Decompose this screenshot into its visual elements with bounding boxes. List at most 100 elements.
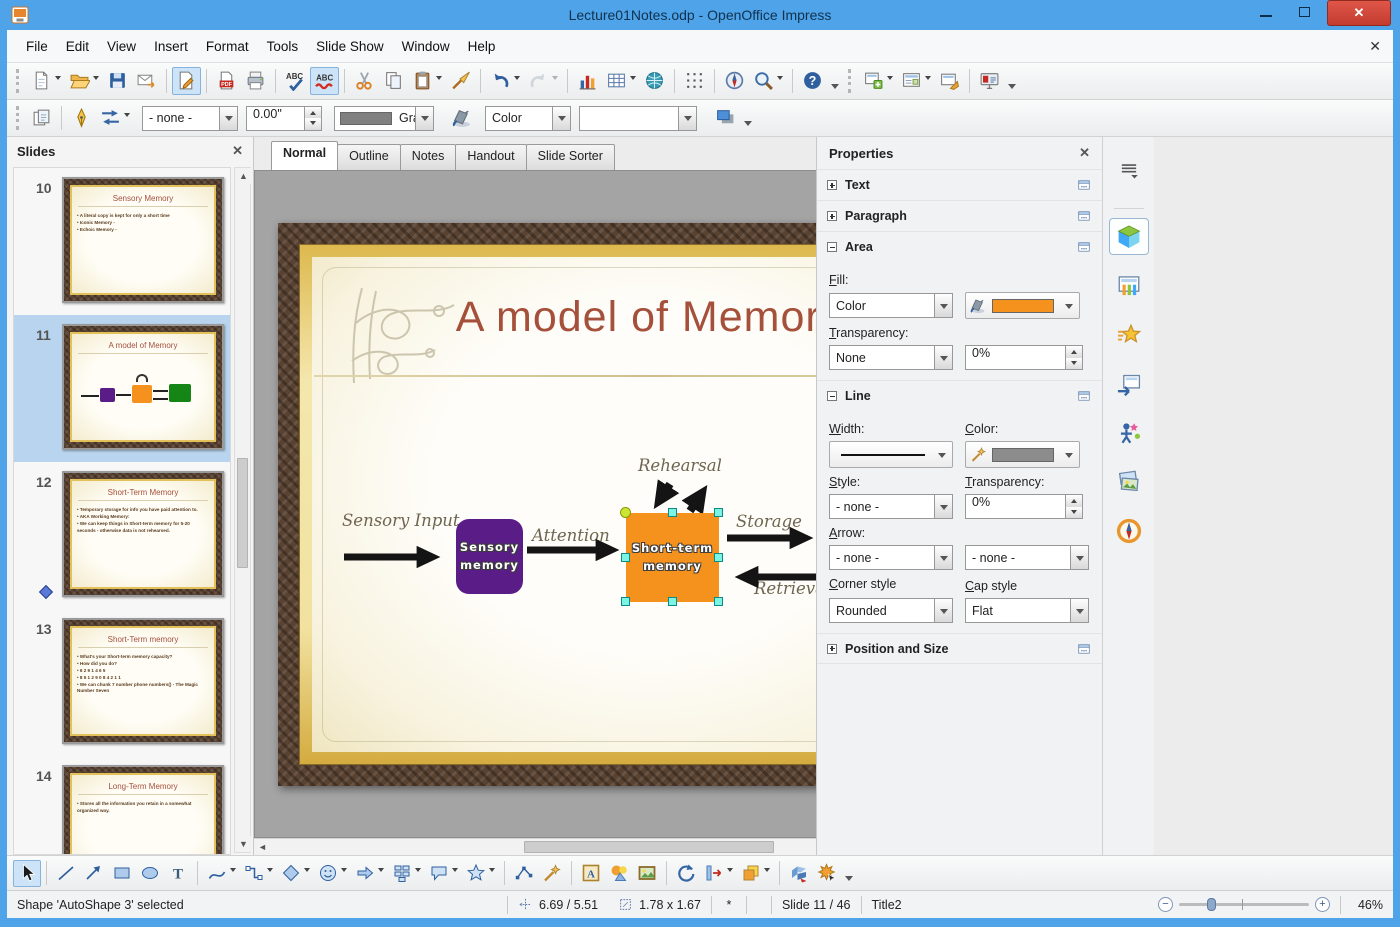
ellipse-tool[interactable]	[136, 860, 164, 887]
slides-panel-close-icon[interactable]: ✕	[232, 143, 243, 159]
shapes-group-button[interactable]	[605, 860, 633, 887]
expand-icon[interactable]	[827, 211, 837, 221]
cap-style-select[interactable]: Flat	[965, 598, 1089, 623]
properties-close-icon[interactable]: ✕	[1079, 145, 1090, 161]
callouts-tool[interactable]	[425, 860, 462, 887]
section-text[interactable]: Text	[817, 169, 1102, 200]
transparency-stepper[interactable]: 0%	[965, 345, 1083, 370]
table-button[interactable]	[602, 67, 640, 95]
pen-style-button[interactable]	[67, 104, 96, 132]
flowchart-tool[interactable]	[388, 860, 425, 887]
styles-button[interactable]	[27, 104, 56, 132]
dialog-launcher-icon[interactable]	[1076, 209, 1092, 223]
toolbar-overflow-icon[interactable]	[1008, 83, 1016, 93]
block-arrows-tool[interactable]	[351, 860, 388, 887]
text-tool[interactable]	[164, 860, 192, 887]
toolbar-overflow-icon[interactable]	[744, 120, 752, 130]
arrow-end-select[interactable]: - none -	[965, 545, 1089, 570]
zoom-percent[interactable]: 46%	[1351, 898, 1393, 912]
dialog-launcher-icon[interactable]	[1076, 389, 1092, 403]
zoom-slider[interactable]	[1179, 898, 1309, 911]
tab-notes[interactable]: Notes	[399, 144, 457, 170]
glue-points-button[interactable]	[538, 860, 566, 887]
email-button[interactable]	[132, 67, 161, 95]
arrow-tool[interactable]	[80, 860, 108, 887]
rectangle-tool[interactable]	[108, 860, 136, 887]
section-area[interactable]: Area	[817, 231, 1102, 262]
grid-button[interactable]	[680, 67, 709, 95]
fill-type-select[interactable]: Color	[829, 293, 953, 318]
interaction-button[interactable]	[813, 860, 841, 887]
spin-down-icon[interactable]	[1066, 357, 1082, 369]
scroll-up-icon[interactable]: ▲	[235, 168, 252, 184]
from-file-button[interactable]	[633, 860, 661, 887]
dropdown-arrow[interactable]	[1065, 452, 1073, 462]
combo-arrow-icon[interactable]	[934, 495, 952, 518]
menu-file[interactable]: File	[17, 34, 57, 59]
arrow-start-select[interactable]: - none -	[829, 545, 953, 570]
sidebar-tab-master-pages[interactable]	[1109, 267, 1149, 304]
tab-normal[interactable]: Normal	[271, 141, 339, 170]
slide-layout-button[interactable]	[897, 67, 935, 95]
zoom-button[interactable]	[749, 67, 787, 95]
tab-handout[interactable]: Handout	[455, 144, 527, 170]
sidebar-tab-gallery[interactable]	[1109, 463, 1149, 500]
line-style-select[interactable]: - none -	[142, 105, 238, 131]
fontwork-button[interactable]	[577, 860, 605, 887]
open-button[interactable]	[65, 67, 103, 95]
dropdown-arrow[interactable]	[938, 452, 946, 462]
chart-button[interactable]	[573, 67, 602, 95]
slides-panel-scrollbar[interactable]: ▲ ▼	[234, 167, 252, 853]
redo-button[interactable]	[524, 67, 562, 95]
print-button[interactable]	[241, 67, 270, 95]
fill-color-button[interactable]	[965, 292, 1080, 319]
toolbar-overflow-icon[interactable]	[845, 875, 853, 885]
combo-arrow-icon[interactable]	[415, 106, 433, 130]
select-tool[interactable]	[13, 859, 41, 887]
arrange-button[interactable]	[737, 860, 774, 887]
alignment-button[interactable]	[700, 860, 737, 887]
combo-arrow-icon[interactable]	[934, 294, 952, 317]
shadow-button[interactable]	[711, 104, 740, 132]
dialog-launcher-icon[interactable]	[1076, 178, 1092, 192]
combo-arrow-icon[interactable]	[219, 106, 237, 130]
combo-arrow-icon[interactable]	[678, 106, 696, 130]
close-document-icon[interactable]: ✕	[1369, 38, 1381, 55]
slide-show-button[interactable]	[975, 67, 1004, 95]
slide-design-button[interactable]	[935, 67, 964, 95]
slide-thumbnail-row[interactable]: 11 A model of Memory	[14, 315, 230, 462]
spin-up-icon[interactable]	[1066, 346, 1082, 358]
spin-up-icon[interactable]	[305, 106, 321, 118]
edit-file-button[interactable]	[172, 67, 201, 95]
undo-button[interactable]	[486, 67, 524, 95]
spin-up-icon[interactable]	[1066, 495, 1082, 507]
extrusion-button[interactable]	[785, 860, 813, 887]
sidebar-tab-properties[interactable]	[1108, 218, 1149, 255]
format-paintbrush-button[interactable]	[446, 67, 475, 95]
arrow-style-button[interactable]	[96, 104, 134, 132]
section-paragraph[interactable]: Paragraph	[817, 200, 1102, 231]
menu-view[interactable]: View	[98, 34, 145, 59]
curve-tool[interactable]	[203, 860, 240, 887]
line-width-button[interactable]	[829, 441, 953, 468]
section-line[interactable]: Line	[817, 380, 1102, 411]
spin-down-icon[interactable]	[305, 118, 321, 130]
sidebar-tab-slide-transition[interactable]	[1109, 365, 1149, 402]
slide-thumbnail-row[interactable]: 12 Short-Term Memory • Temporary storage…	[14, 462, 230, 609]
menu-edit[interactable]: Edit	[57, 34, 98, 59]
help-button[interactable]	[798, 67, 827, 95]
combo-arrow-icon[interactable]	[1070, 599, 1088, 622]
line-tool[interactable]	[52, 860, 80, 887]
combo-arrow-icon[interactable]	[552, 106, 570, 130]
collapse-icon[interactable]	[827, 391, 837, 401]
menu-insert[interactable]: Insert	[145, 34, 197, 59]
menu-slide-show[interactable]: Slide Show	[307, 34, 393, 59]
line-style-select[interactable]: - none -	[829, 494, 953, 519]
spellcheck-button[interactable]	[281, 67, 310, 95]
scrollbar-thumb[interactable]	[237, 458, 248, 568]
export-pdf-button[interactable]	[212, 67, 241, 95]
hyperlink-button[interactable]	[640, 67, 669, 95]
new-slide-button[interactable]	[859, 67, 897, 95]
menu-window[interactable]: Window	[393, 34, 459, 59]
dialog-launcher-icon[interactable]	[1076, 240, 1092, 254]
